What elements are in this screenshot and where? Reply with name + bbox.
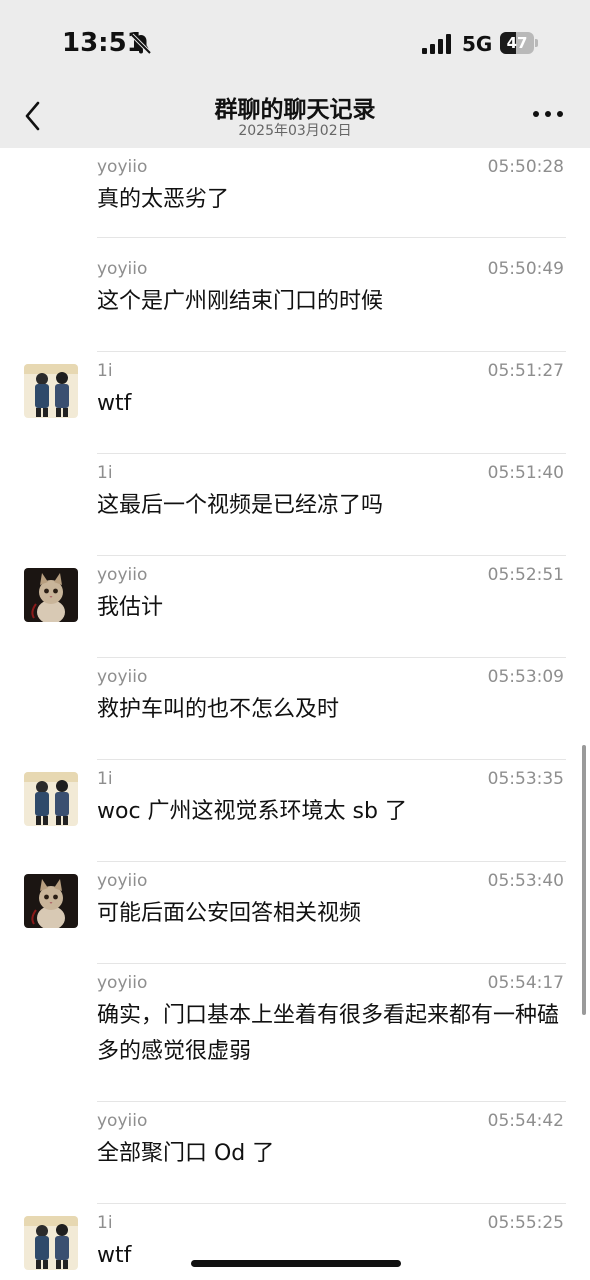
signal-icon	[422, 34, 451, 54]
message-text: 确实，门口基本上坐着有很多看起来都有一种磕多的感觉很虚弱	[97, 1003, 560, 1064]
message-text: 真的太恶劣了	[97, 187, 230, 212]
chat-record-list[interactable]: yoyiio 05:50:28 真的太恶劣了 yoyiio 05:50:49 这个是广州刚…	[0, 148, 590, 1280]
message-time: 05:54:42	[487, 1111, 564, 1131]
cat-avatar[interactable]	[24, 568, 78, 622]
message-sender: 1i	[97, 463, 113, 483]
message-sender: yoyiio	[97, 565, 148, 585]
message-sender: 1i	[97, 361, 113, 381]
network-type: 5G	[462, 32, 493, 56]
home-indicator[interactable]	[191, 1260, 401, 1267]
message-text: 这最后一个视频是已经凉了吗	[97, 493, 384, 518]
message-text: 救护车叫的也不怎么及时	[97, 697, 340, 722]
message-time: 05:55:25	[487, 1213, 564, 1233]
scrollbar[interactable]	[582, 745, 586, 1015]
message-sender: yoyiio	[97, 667, 148, 687]
message-text: 我估计	[97, 595, 164, 620]
message-time: 05:52:51	[487, 565, 564, 585]
message-sender: yoyiio	[97, 1111, 148, 1131]
message-row[interactable]: yoyiio 05:52:51 我估计	[0, 556, 590, 658]
message-row[interactable]: yoyiio 05:53:09 救护车叫的也不怎么及时	[0, 658, 590, 760]
message-row[interactable]: yoyiio 05:50:28 真的太恶劣了	[0, 148, 590, 238]
message-row[interactable]: yoyiio 05:50:49 这个是广州刚结束门口的时候	[0, 250, 590, 352]
two-people-avatar[interactable]	[24, 772, 78, 826]
two-people-avatar[interactable]	[24, 364, 78, 418]
two-people-avatar[interactable]	[24, 1216, 78, 1270]
message-time: 05:51:40	[487, 463, 564, 483]
message-time: 05:53:35	[487, 769, 564, 789]
message-row[interactable]: 1i 05:55:25 wtf	[0, 1204, 590, 1280]
nav-bar: 群聊的聊天记录 2025年03月02日	[0, 88, 590, 148]
cat-avatar[interactable]	[24, 874, 78, 928]
message-row[interactable]: 1i 05:51:27 wtf	[0, 352, 590, 454]
message-sender: yoyiio	[97, 259, 148, 279]
message-sender: yoyiio	[97, 871, 148, 891]
message-row[interactable]: yoyiio 05:54:42 全部聚门口 Od 了	[0, 1102, 590, 1204]
message-time: 05:53:09	[487, 667, 564, 687]
message-time: 05:50:28	[487, 157, 564, 177]
battery-icon: 47	[500, 32, 538, 54]
message-time: 05:50:49	[487, 259, 564, 279]
message-sender: 1i	[97, 769, 113, 789]
message-time: 05:54:17	[487, 973, 564, 993]
message-divider	[97, 237, 566, 238]
message-text: 可能后面公安回答相关视频	[97, 901, 362, 926]
message-time: 05:53:40	[487, 871, 564, 891]
message-sender: yoyiio	[97, 973, 148, 993]
status-bar: 13:51 5G 47	[0, 0, 590, 88]
message-row[interactable]: 1i 05:51:40 这最后一个视频是已经凉了吗	[0, 454, 590, 556]
page-title: 群聊的聊天记录	[214, 97, 376, 123]
message-text: 这个是广州刚结束门口的时候	[97, 289, 384, 314]
page-subtitle-date: 2025年03月02日	[238, 123, 352, 139]
message-text: 全部聚门口 Od 了	[97, 1141, 275, 1166]
message-text: wtf	[97, 1243, 132, 1268]
message-row[interactable]: yoyiio 05:53:40 可能后面公安回答相关视频	[0, 862, 590, 964]
message-time: 05:51:27	[487, 361, 564, 381]
message-row[interactable]: yoyiio 05:54:17 确实，门口基本上坐着有很多看起来都有一种磕多的感觉很…	[0, 964, 590, 1102]
more-icon[interactable]	[530, 102, 566, 126]
battery-level: 47	[506, 34, 528, 52]
message-row[interactable]: 1i 05:53:35 woc 广州这视觉系环境太 sb 了	[0, 760, 590, 862]
message-text: wtf	[97, 391, 132, 416]
message-sender: yoyiio	[97, 157, 148, 177]
bell-slash-icon	[130, 33, 152, 55]
message-sender: 1i	[97, 1213, 113, 1233]
message-text: woc 广州这视觉系环境太 sb 了	[97, 799, 407, 824]
